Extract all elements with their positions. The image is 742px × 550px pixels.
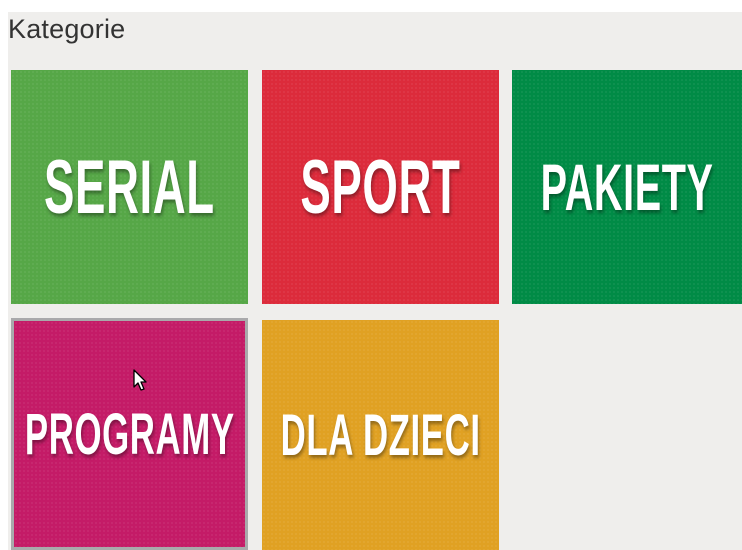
tile-dla-dzieci-label: DLA DZIECI bbox=[280, 402, 481, 468]
tile-programy[interactable]: PROGRAMY bbox=[11, 318, 248, 550]
page-title: Kategorie bbox=[8, 14, 126, 44]
categories-panel: Kategorie SERIAL SPORT PAKIETY PROGRAMY … bbox=[8, 12, 742, 550]
tile-serial-label: SERIAL bbox=[44, 144, 215, 230]
tile-dla-dzieci[interactable]: DLA DZIECI bbox=[262, 320, 499, 550]
tile-pakiety-label: PAKIETY bbox=[540, 150, 714, 224]
tile-programy-label: PROGRAMY bbox=[24, 401, 235, 467]
tile-pakiety[interactable]: PAKIETY bbox=[512, 70, 742, 304]
tile-serial[interactable]: SERIAL bbox=[11, 70, 248, 304]
tile-sport-label: SPORT bbox=[300, 144, 461, 230]
tile-sport[interactable]: SPORT bbox=[262, 70, 499, 304]
